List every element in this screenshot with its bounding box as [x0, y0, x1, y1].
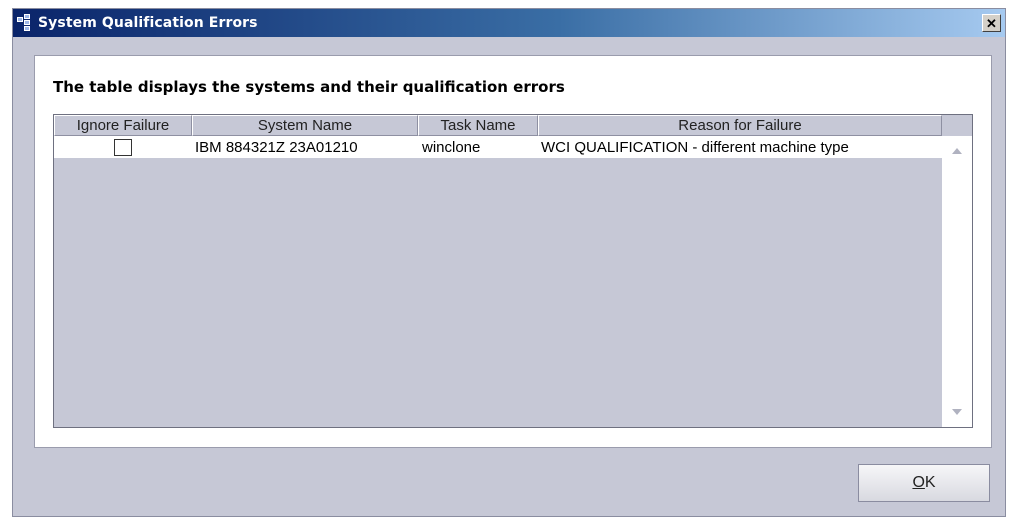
table-description: The table displays the systems and their…	[53, 78, 565, 96]
task-name-cell: winclone	[422, 138, 481, 156]
reason-cell: WCI QUALIFICATION - different machine ty…	[541, 138, 849, 156]
system-name-cell: IBM 884321Z 23A01210	[195, 138, 358, 156]
scroll-up-arrow-icon[interactable]	[952, 148, 962, 154]
app-window-icon	[17, 14, 35, 32]
content-panel: The table displays the systems and their…	[34, 55, 992, 448]
column-header-task-name[interactable]: Task Name	[418, 115, 538, 136]
scroll-down-arrow-icon[interactable]	[952, 409, 962, 415]
qualification-errors-dialog: System Qualification Errors ✕ The table …	[12, 8, 1006, 517]
ok-mnemonic: O	[912, 474, 925, 491]
column-header-system-name[interactable]: System Name	[192, 115, 418, 136]
header-scroll-corner	[942, 115, 972, 136]
table-row[interactable]: IBM 884321Z 23A01210 winclone WCI QUALIF…	[54, 136, 942, 158]
column-header-reason[interactable]: Reason for Failure	[538, 115, 942, 136]
close-button[interactable]: ✕	[982, 14, 1001, 32]
table-header: Ignore Failure System Name Task Name Rea…	[54, 115, 942, 136]
close-icon: ✕	[986, 15, 997, 31]
window-title: System Qualification Errors	[38, 15, 258, 31]
ok-button[interactable]: OK	[858, 464, 990, 502]
ignore-failure-checkbox[interactable]	[114, 138, 132, 156]
vertical-scrollbar[interactable]	[942, 136, 972, 427]
ok-label-rest: K	[924, 474, 936, 491]
qualification-errors-table: Ignore Failure System Name Task Name Rea…	[53, 114, 973, 428]
column-header-ignore-failure[interactable]: Ignore Failure	[54, 115, 192, 136]
title-bar[interactable]: System Qualification Errors ✕	[13, 9, 1005, 37]
ignore-failure-cell	[54, 136, 192, 158]
